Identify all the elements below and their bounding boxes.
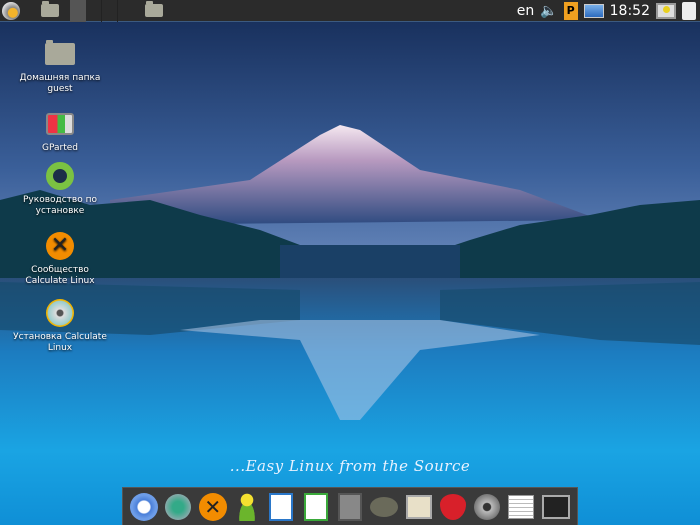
desktop-icon-label: GParted <box>42 143 78 153</box>
dock-gimp[interactable] <box>369 492 399 522</box>
desktop-icon-installer[interactable]: Установка Calculate Linux <box>12 297 108 354</box>
calculator-icon <box>337 492 362 521</box>
home-folder-launcher[interactable] <box>30 0 70 22</box>
taskbar-window-folder[interactable] <box>134 0 174 22</box>
system-tray: en 🔈 P 18:52 <box>517 0 700 22</box>
desktop-icon-community[interactable]: ✕ Сообщество Calculate Linux <box>12 230 108 287</box>
desktop-icon-gparted[interactable]: GParted <box>12 108 108 154</box>
menu-logo-icon <box>2 1 20 20</box>
dock-text-editor[interactable] <box>506 492 536 522</box>
wallpaper-slogan: ...Easy Linux from the Source <box>229 457 471 475</box>
updates-icon[interactable] <box>656 3 676 19</box>
dock-image-viewer[interactable] <box>404 492 434 522</box>
dock-calculator[interactable] <box>335 492 365 522</box>
folder-icon <box>145 1 163 17</box>
strawberry-icon <box>439 493 466 520</box>
dock-spreadsheet[interactable] <box>301 492 331 522</box>
desktop-icon-label: Руководство по установке <box>23 195 97 216</box>
top-panel: en 🔈 P 18:52 <box>0 0 700 22</box>
messenger-icon <box>235 492 260 521</box>
desktop-icon-home-folder[interactable]: Домашняя папка guest <box>12 38 108 95</box>
lifebuoy-icon <box>44 160 76 192</box>
dock-calculate[interactable]: ✕ <box>198 492 228 522</box>
main-menu-button[interactable] <box>0 0 22 22</box>
dock-messenger[interactable] <box>232 492 262 522</box>
text-editor-icon <box>508 494 535 519</box>
installer-cd-icon <box>44 297 76 329</box>
workspace-3[interactable] <box>102 0 118 22</box>
dock-terminal[interactable] <box>541 492 571 522</box>
dock-writer[interactable] <box>266 492 296 522</box>
terminal-icon <box>541 494 570 519</box>
desktop-icon-label: Сообщество Calculate Linux <box>25 265 95 286</box>
calculate-logo-icon: ✕ <box>198 492 227 521</box>
home-folder-icon <box>41 1 59 17</box>
desktop-icon-install-guide[interactable]: Руководство по установке <box>12 160 108 217</box>
dock: ✕ <box>122 487 578 525</box>
calculate-logo-icon: ✕ <box>44 230 76 262</box>
gparted-icon <box>44 108 76 140</box>
gimp-icon <box>370 496 399 517</box>
dock-strawberry[interactable] <box>438 492 468 522</box>
network-icon[interactable] <box>583 4 604 18</box>
dock-chromium[interactable] <box>129 492 159 522</box>
dock-mail[interactable] <box>163 492 193 522</box>
home-folder-icon <box>44 38 76 70</box>
mail-client-icon <box>165 493 192 520</box>
image-viewer-icon <box>405 494 432 519</box>
spreadsheet-icon <box>303 492 328 521</box>
workspace-1[interactable] <box>70 0 86 22</box>
keyboard-layout[interactable]: en <box>517 3 535 19</box>
clock[interactable]: 18:52 <box>610 3 650 19</box>
clipboard-icon[interactable]: P <box>563 2 578 20</box>
chromium-icon <box>130 492 159 521</box>
writer-icon <box>269 492 294 521</box>
workspace-2[interactable] <box>86 0 102 22</box>
power-icon[interactable] <box>682 2 696 20</box>
dock-video-player[interactable] <box>472 492 502 522</box>
video-player-icon <box>474 493 501 520</box>
volume-icon[interactable]: 🔈 <box>540 3 557 19</box>
desktop-icon-label: Установка Calculate Linux <box>13 332 107 353</box>
desktop-icon-label: Домашняя папка guest <box>19 73 101 94</box>
